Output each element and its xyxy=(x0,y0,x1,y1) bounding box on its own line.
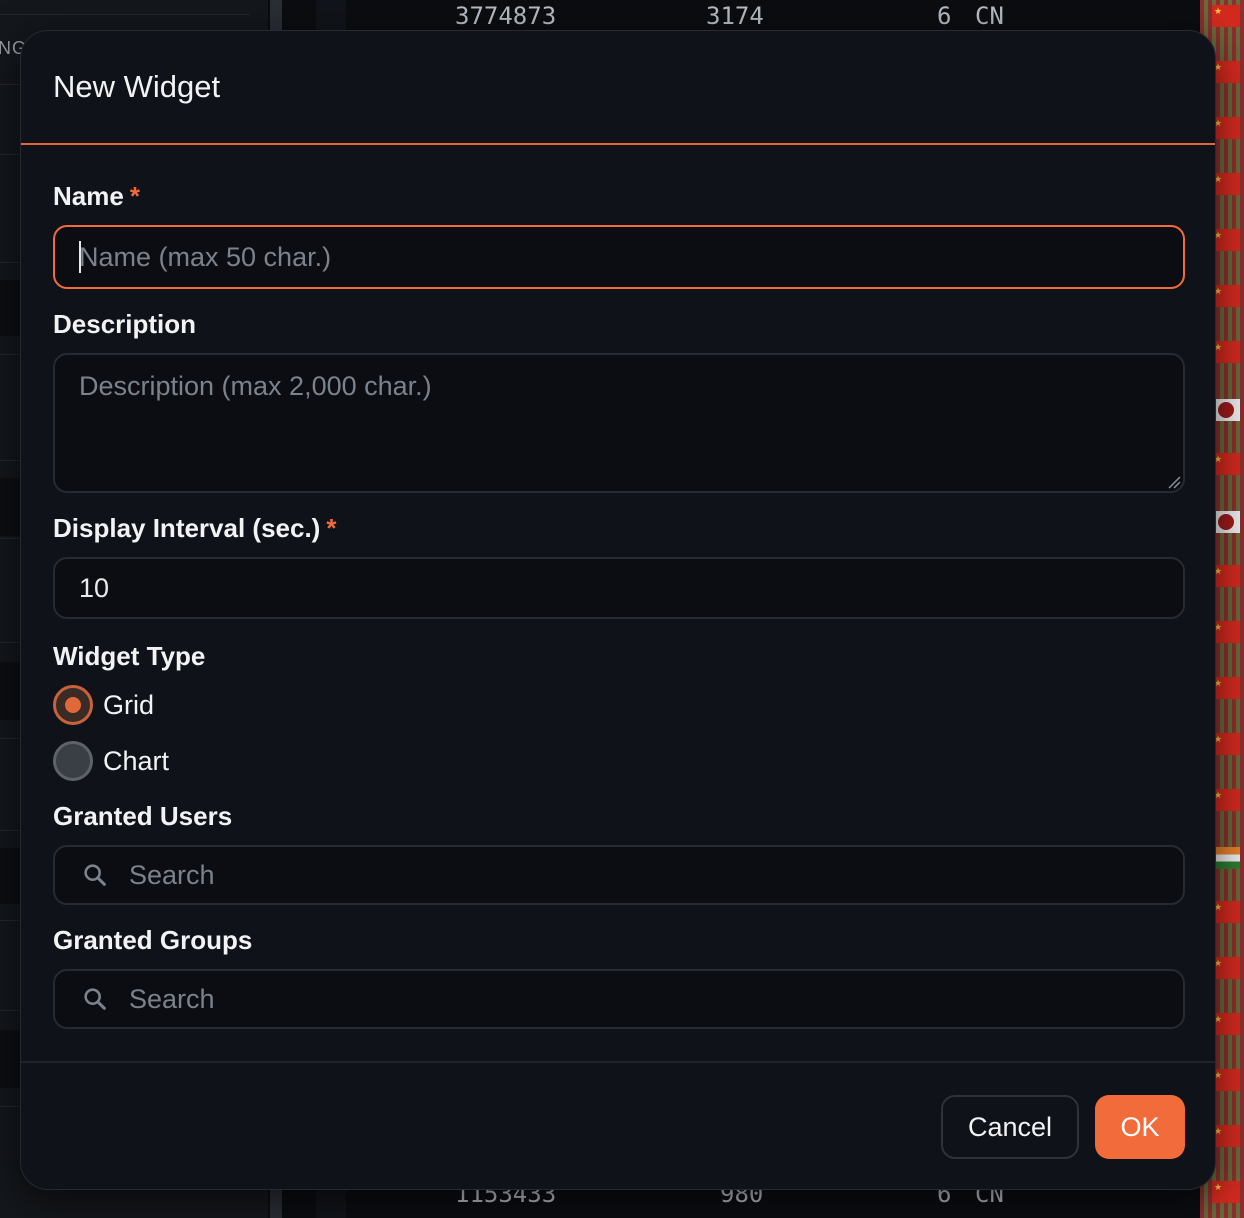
display-interval-input[interactable] xyxy=(53,557,1185,619)
search-icon xyxy=(84,988,106,1010)
background-cell: 3174 xyxy=(706,2,764,30)
cn-flag-icon: ★ xyxy=(1212,677,1240,699)
cn-flag-icon: ★ xyxy=(1212,565,1240,587)
cn-flag-icon: ★ xyxy=(1212,5,1240,27)
radio-label-chart: Chart xyxy=(103,745,170,776)
cn-flag-icon: ★ xyxy=(1212,1125,1240,1147)
name-label: Name * xyxy=(53,181,140,211)
jp-flag-icon xyxy=(1212,399,1240,421)
cn-flag-icon: ★ xyxy=(1212,285,1240,307)
cn-flag-icon: ★ xyxy=(1212,117,1240,139)
cn-flag-icon: ★ xyxy=(1212,1181,1240,1203)
dialog-footer-divider xyxy=(21,1061,1215,1063)
widget-type-label: Widget Type xyxy=(53,641,206,671)
text-caret xyxy=(79,241,81,273)
granted-users-label: Granted Users xyxy=(53,801,233,831)
search-icon xyxy=(84,864,106,886)
background-cell: 3774873 xyxy=(455,2,557,30)
radio-button-grid[interactable] xyxy=(53,685,93,725)
cn-flag-icon: ★ xyxy=(1212,61,1240,83)
cn-flag-icon: ★ xyxy=(1212,901,1240,923)
radio-option-chart[interactable]: Chart xyxy=(53,741,169,781)
background-cell: CN xyxy=(975,2,1004,30)
cn-flag-icon: ★ xyxy=(1212,229,1240,251)
cancel-button[interactable]: Cancel xyxy=(941,1095,1079,1159)
new-widget-dialog: New Widget Name* Description Display Int… xyxy=(20,30,1216,1190)
cn-flag-icon: ★ xyxy=(1212,733,1240,755)
radio-button-chart[interactable] xyxy=(53,741,93,781)
granted-groups-search-input[interactable] xyxy=(129,983,1129,1015)
description-textarea[interactable] xyxy=(53,353,1185,493)
in-flag-icon xyxy=(1212,847,1240,869)
radio-label-grid: Grid xyxy=(103,689,155,720)
cn-flag-icon: ★ xyxy=(1212,1069,1240,1091)
jp-flag-icon xyxy=(1212,511,1240,533)
radio-option-grid[interactable]: Grid xyxy=(53,685,154,725)
cn-flag-icon: ★ xyxy=(1212,789,1240,811)
cn-flag-icon: ★ xyxy=(1212,957,1240,979)
granted-users-search-input[interactable] xyxy=(129,859,1129,891)
granted-groups-search[interactable] xyxy=(53,969,1185,1029)
ok-button[interactable]: OK xyxy=(1095,1095,1185,1159)
cn-flag-icon: ★ xyxy=(1212,341,1240,363)
dialog-header: New Widget xyxy=(21,31,1215,145)
required-mark: * xyxy=(129,181,140,211)
cn-flag-icon: ★ xyxy=(1212,173,1240,195)
display-interval-label: Display Interval (sec.) * xyxy=(53,513,337,543)
name-input[interactable] xyxy=(53,225,1185,289)
granted-groups-label: Granted Groups xyxy=(53,925,253,955)
cn-flag-icon: ★ xyxy=(1212,1013,1240,1035)
cn-flag-icon: ★ xyxy=(1212,621,1240,643)
background-cell: 6 xyxy=(937,2,952,30)
description-label: Description xyxy=(53,309,197,339)
dialog-title: New Widget xyxy=(53,69,221,104)
required-mark: * xyxy=(326,513,337,543)
granted-users-search[interactable] xyxy=(53,845,1185,905)
cn-flag-icon: ★ xyxy=(1212,453,1240,475)
resize-handle-icon[interactable] xyxy=(1167,475,1181,489)
